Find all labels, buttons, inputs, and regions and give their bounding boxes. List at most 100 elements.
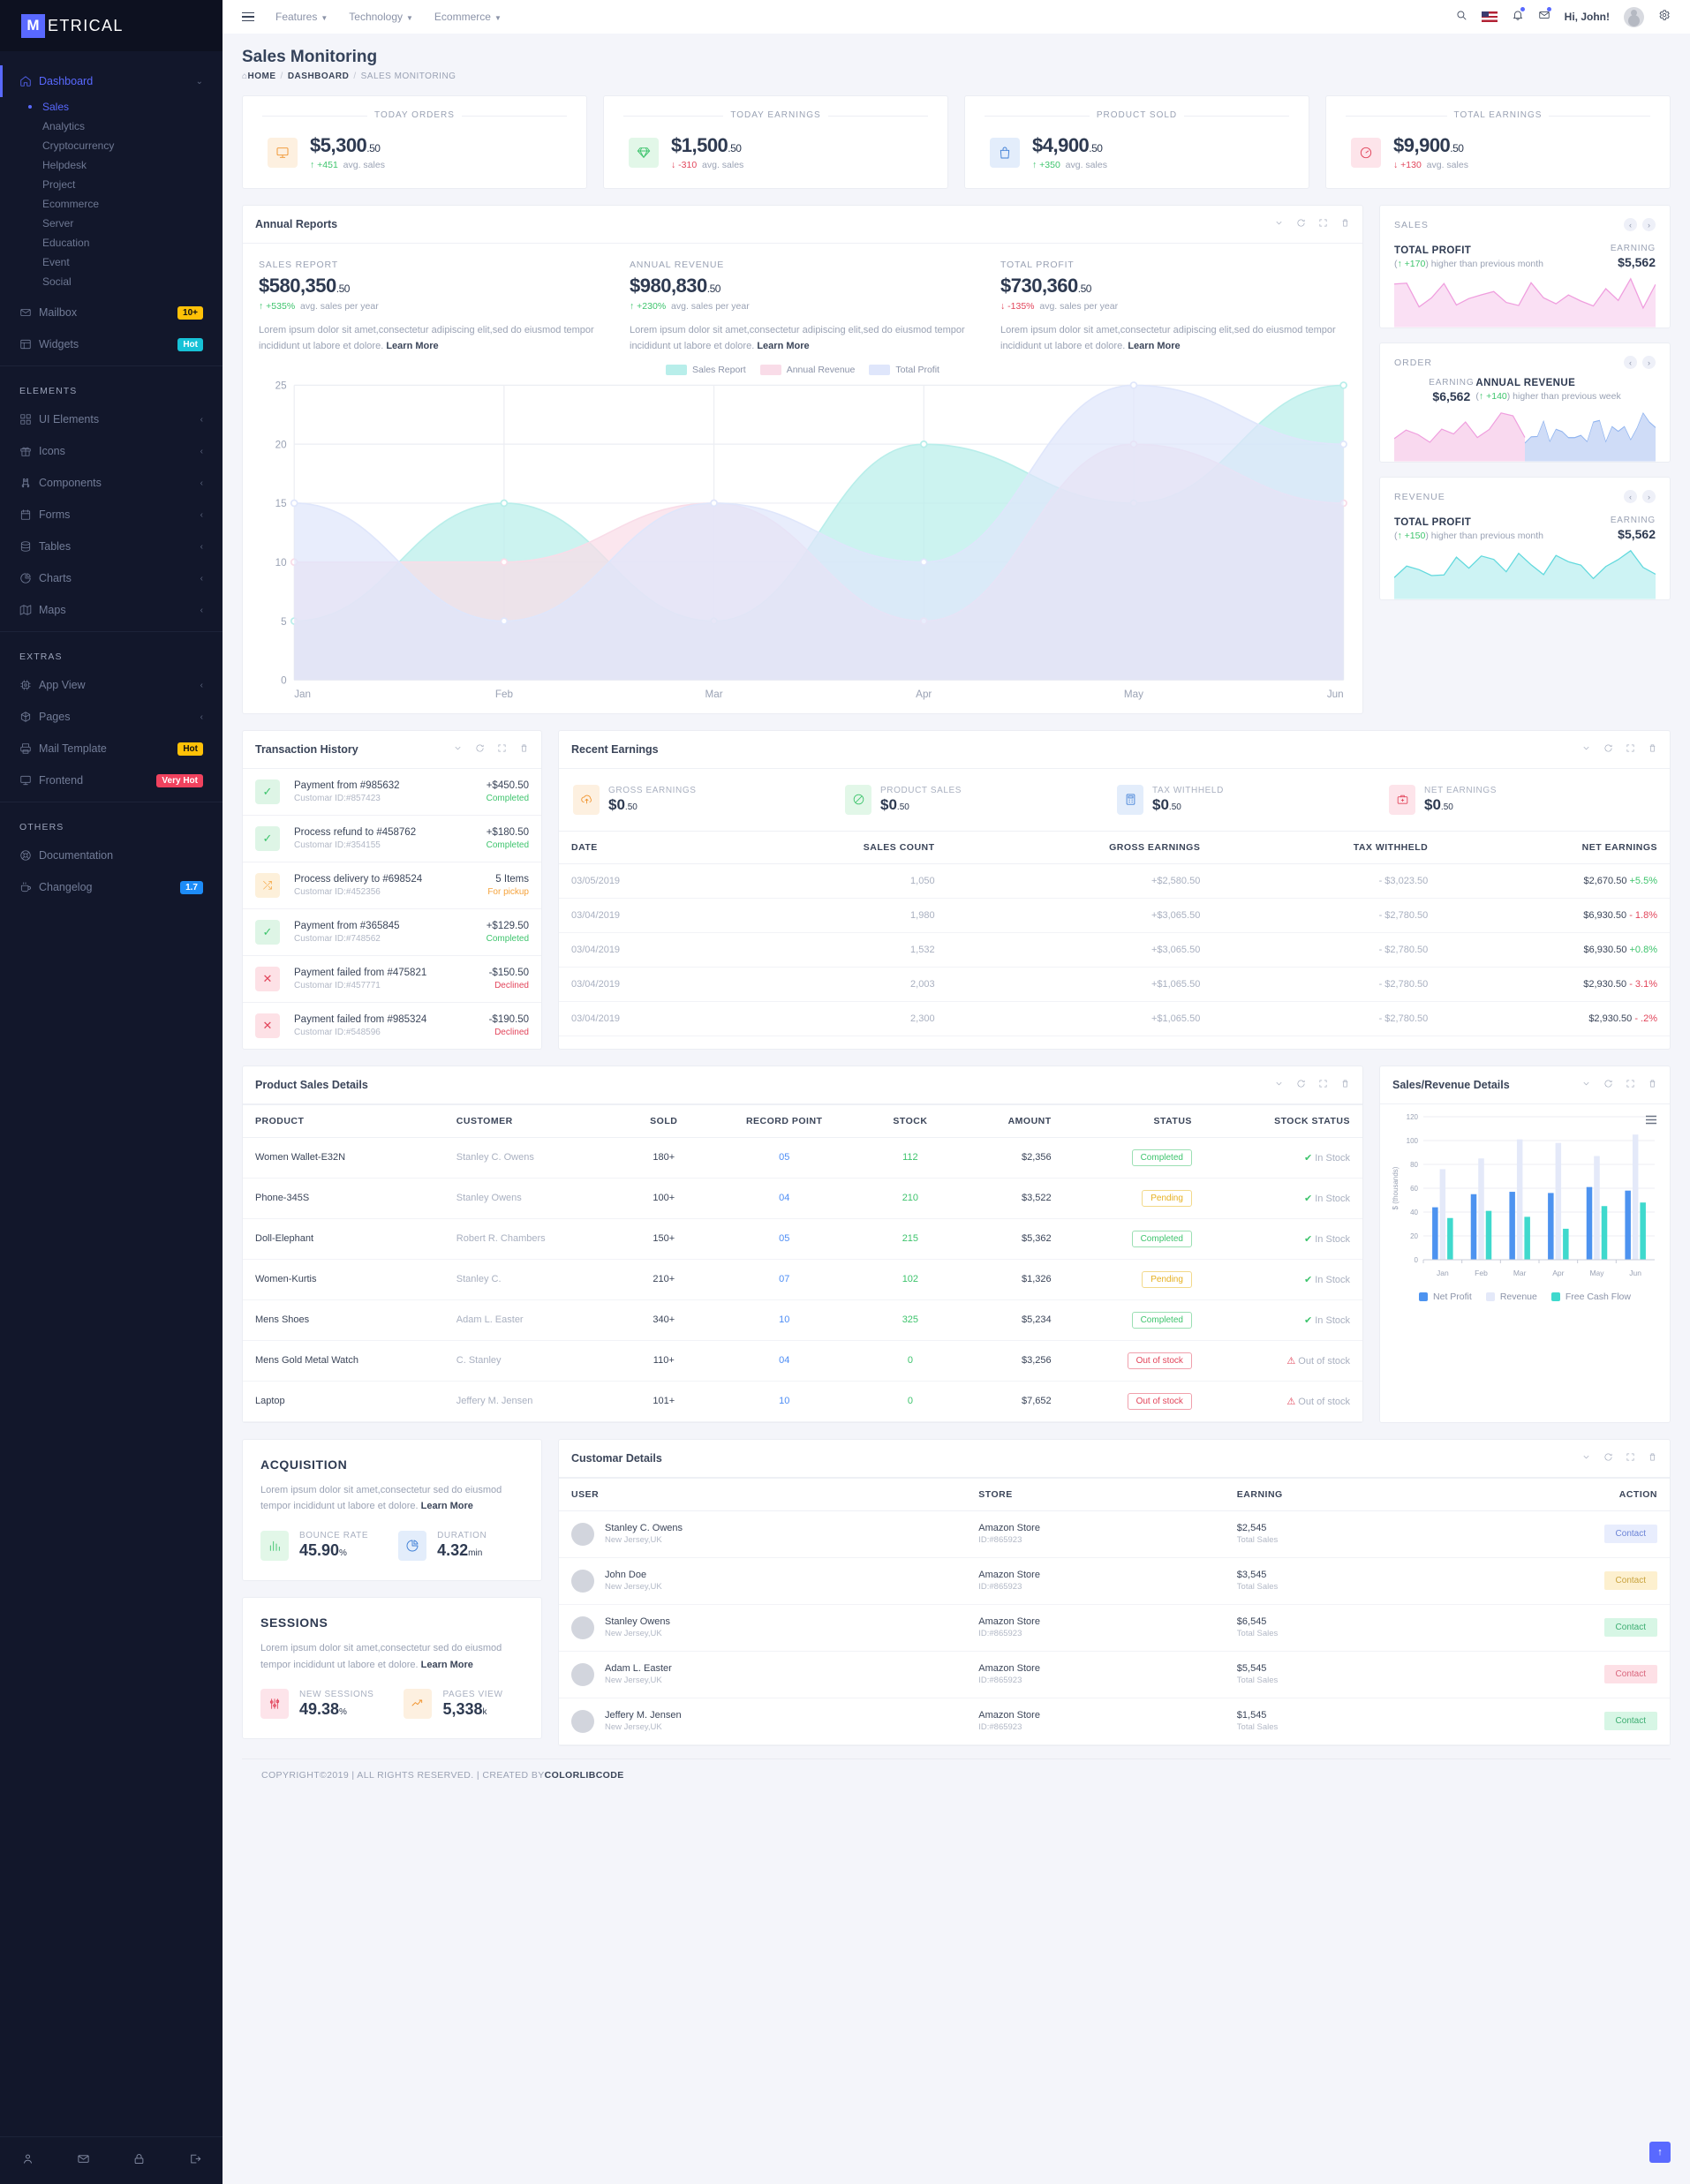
contact-button[interactable]: Contact [1604,1571,1657,1590]
table-row[interactable]: LaptopJeffery M. Jensen101+100$7,652Out … [243,1381,1362,1421]
table-row[interactable]: Stanley C. OwensNew Jersey,UKAmazon Stor… [559,1510,1670,1557]
table-row[interactable]: Doll-ElephantRobert R. Chambers150+05215… [243,1218,1362,1259]
table-row[interactable]: Women Wallet-E32NStanley C. Owens180+051… [243,1137,1362,1178]
sidebar-item-icons[interactable]: Icons‹ [0,435,223,467]
delete-icon[interactable] [1340,216,1350,232]
chart-menu-icon[interactable] [1645,1113,1657,1129]
table-row[interactable]: Adam L. EasterNew Jersey,UKAmazon StoreI… [559,1651,1670,1698]
table-row[interactable]: 03/04/20191,980+$3,065.50- $2,780.50$6,9… [559,898,1670,932]
sidebar-subitem-analytics[interactable]: Analytics [0,117,223,136]
lock-icon[interactable] [132,2152,146,2170]
mail-icon[interactable] [77,2152,90,2170]
sidebar-subitem-sales[interactable]: Sales [0,97,223,117]
table-row[interactable]: Phone-345SStanley Owens100+04210$3,522Pe… [243,1178,1362,1218]
sidebar-item-mail-template[interactable]: Mail TemplateHot [0,733,223,764]
next-arrow-icon[interactable]: › [1642,218,1656,231]
topnav-ecommerce[interactable]: Ecommerce▼ [434,11,502,23]
sidebar-item-components[interactable]: Components‹ [0,467,223,499]
chevron-down-icon[interactable] [1581,1077,1591,1093]
chevron-down-icon[interactable] [1274,1077,1284,1093]
expand-icon[interactable] [1626,1077,1635,1093]
transaction-row[interactable]: ⤮Process delivery to #698524Customar ID:… [243,862,541,909]
expand-icon[interactable] [1318,216,1328,232]
table-row[interactable]: Jeffery M. JensenNew Jersey,UKAmazon Sto… [559,1698,1670,1744]
refresh-icon[interactable] [1296,1077,1306,1093]
logout-icon[interactable] [188,2152,201,2170]
prev-arrow-icon[interactable]: ‹ [1624,490,1637,503]
sidebar-subitem-helpdesk[interactable]: Helpdesk [0,155,223,175]
expand-icon[interactable] [1626,742,1635,757]
back-to-top-button[interactable]: ↑ [1649,2142,1671,2163]
transaction-row[interactable]: ✓Payment from #365845Customar ID:#748562… [243,909,541,956]
sidebar-item-changelog[interactable]: Changelog1.7 [0,871,223,903]
sidebar-subitem-server[interactable]: Server [0,214,223,233]
refresh-icon[interactable] [475,742,485,757]
contact-button[interactable]: Contact [1604,1618,1657,1637]
refresh-icon[interactable] [1603,742,1613,757]
legend-item[interactable]: Free Cash Flow [1551,1292,1631,1302]
learn-more-link[interactable]: Learn More [386,341,438,351]
legend-item[interactable]: Annual Revenue [760,365,856,375]
delete-icon[interactable] [1648,1077,1657,1093]
learn-more-link[interactable]: Learn More [421,1501,473,1511]
chevron-down-icon[interactable] [1274,216,1284,232]
search-icon[interactable] [1455,9,1467,26]
gear-icon[interactable] [1658,9,1671,26]
table-row[interactable]: 03/05/20191,050+$2,580.50- $3,023.50$2,6… [559,863,1670,898]
sidebar-item-pages[interactable]: Pages‹ [0,701,223,733]
sidebar-item-tables[interactable]: Tables‹ [0,531,223,562]
transaction-row[interactable]: ✓Process refund to #458762Customar ID:#3… [243,816,541,862]
sidebar-item-charts[interactable]: Charts‹ [0,562,223,594]
legend-item[interactable]: Net Profit [1419,1292,1472,1302]
delete-icon[interactable] [1648,742,1657,757]
sidebar-item-app-view[interactable]: App View‹ [0,669,223,701]
contact-button[interactable]: Contact [1604,1712,1657,1730]
sidebar-subitem-cryptocurrency[interactable]: Cryptocurrency [0,136,223,155]
table-row[interactable]: Mens Gold Metal WatchC. Stanley110+040$3… [243,1340,1362,1381]
table-row[interactable]: 03/04/20192,003+$1,065.50- $2,780.50$2,9… [559,967,1670,1001]
legend-item[interactable]: Total Profit [869,365,939,375]
language-flag-icon[interactable] [1482,11,1498,22]
sidebar-subitem-event[interactable]: Event [0,252,223,272]
expand-icon[interactable] [1626,1450,1635,1466]
table-row[interactable]: 03/04/20192,300+$1,065.50- $2,780.50$2,9… [559,1001,1670,1036]
legend-item[interactable]: Revenue [1486,1292,1537,1302]
learn-more-link[interactable]: Learn More [1128,341,1180,351]
sidebar-item-dashboard[interactable]: Dashboard ⌄ [0,65,223,97]
sidebar-item-maps[interactable]: Maps‹ [0,594,223,626]
expand-icon[interactable] [1318,1077,1328,1093]
topnav-features[interactable]: Features▼ [275,11,328,23]
sidebar-item-widgets[interactable]: WidgetsHot [0,328,223,360]
transaction-row[interactable]: ✓Payment from #985632Customar ID:#857423… [243,769,541,816]
table-row[interactable]: Women-KurtisStanley C.210+07102$1,326Pen… [243,1259,1362,1299]
learn-more-link[interactable]: Learn More [757,341,809,351]
notifications-icon[interactable] [1512,9,1524,26]
chevron-down-icon[interactable] [1581,1450,1591,1466]
delete-icon[interactable] [1648,1450,1657,1466]
topnav-technology[interactable]: Technology▼ [349,11,413,23]
breadcrumb-item[interactable]: DASHBOARD [288,72,350,81]
refresh-icon[interactable] [1603,1077,1613,1093]
table-row[interactable]: Mens ShoesAdam L. Easter340+10325$5,234C… [243,1299,1362,1340]
contact-button[interactable]: Contact [1604,1525,1657,1543]
avatar[interactable] [1624,7,1644,27]
table-row[interactable]: Stanley OwensNew Jersey,UKAmazon StoreID… [559,1604,1670,1651]
expand-icon[interactable] [497,742,507,757]
chevron-down-icon[interactable] [453,742,463,757]
legend-item[interactable]: Sales Report [666,365,746,375]
sidebar-item-documentation[interactable]: Documentation [0,840,223,871]
transaction-row[interactable]: ✕Payment failed from #985324Customar ID:… [243,1003,541,1049]
table-row[interactable]: John DoeNew Jersey,UKAmazon StoreID:#865… [559,1557,1670,1604]
refresh-icon[interactable] [1296,216,1306,232]
menu-toggle-icon[interactable] [242,12,254,22]
delete-icon[interactable] [1340,1077,1350,1093]
sidebar-item-mailbox[interactable]: Mailbox10+ [0,297,223,328]
next-arrow-icon[interactable]: › [1642,490,1656,503]
next-arrow-icon[interactable]: › [1642,356,1656,369]
refresh-icon[interactable] [1603,1450,1613,1466]
sidebar-item-frontend[interactable]: FrontendVery Hot [0,764,223,796]
brand-logo[interactable]: M ETRICAL [0,0,223,51]
transaction-row[interactable]: ✕Payment failed from #475821Customar ID:… [243,956,541,1003]
sidebar-subitem-education[interactable]: Education [0,233,223,252]
prev-arrow-icon[interactable]: ‹ [1624,356,1637,369]
